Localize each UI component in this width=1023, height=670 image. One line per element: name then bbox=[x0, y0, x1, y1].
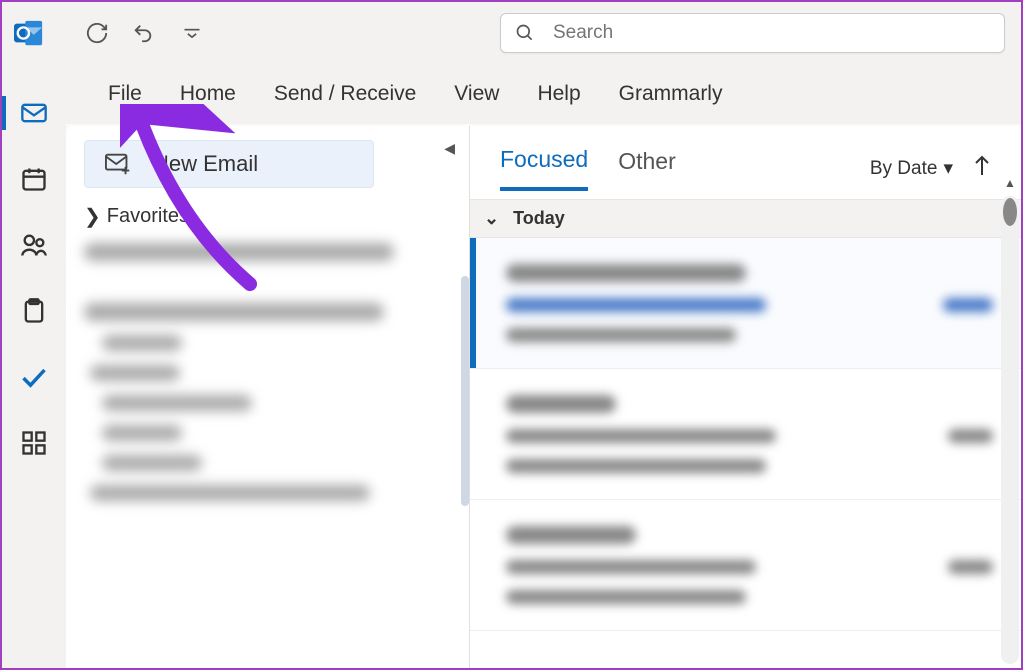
folder-item[interactable] bbox=[102, 395, 252, 411]
ribbon-tab-grammarly[interactable]: Grammarly bbox=[619, 82, 723, 106]
ribbon-tab-file[interactable]: File bbox=[108, 82, 142, 106]
sort-label: By Date bbox=[870, 158, 938, 180]
folder-item[interactable] bbox=[102, 425, 182, 441]
rail-people[interactable] bbox=[2, 212, 66, 278]
ribbon-tab-view[interactable]: View bbox=[454, 82, 499, 106]
rail-apps[interactable] bbox=[2, 410, 66, 476]
message-pane: Focused Other By Date ▾ ⌄ Today bbox=[470, 126, 1021, 668]
rail-calendar[interactable] bbox=[2, 146, 66, 212]
chevron-down-icon: ⌄ bbox=[484, 208, 499, 229]
people-icon bbox=[20, 231, 48, 259]
scroll-thumb[interactable] bbox=[1003, 198, 1017, 226]
account-item[interactable] bbox=[84, 243, 394, 261]
ribbon-tab-home[interactable]: Home bbox=[180, 82, 236, 106]
search-box[interactable] bbox=[500, 13, 1005, 53]
customize-toolbar-icon[interactable] bbox=[182, 16, 202, 50]
tab-other[interactable]: Other bbox=[618, 148, 676, 189]
chevron-down-icon: ▾ bbox=[943, 157, 953, 180]
mail-icon bbox=[20, 99, 48, 127]
favorites-label: Favorites bbox=[107, 205, 189, 228]
todo-check-icon bbox=[20, 363, 48, 391]
ribbon-tab-help[interactable]: Help bbox=[537, 82, 580, 106]
nav-rail bbox=[2, 64, 66, 668]
search-icon bbox=[515, 23, 535, 43]
new-mail-icon bbox=[105, 153, 133, 175]
folder-item[interactable] bbox=[102, 455, 202, 471]
message-scrollbar[interactable]: ▲ bbox=[1001, 196, 1019, 664]
undo-icon[interactable] bbox=[126, 16, 160, 50]
rail-todo[interactable] bbox=[2, 344, 66, 410]
date-group-header[interactable]: ⌄ Today bbox=[470, 199, 1021, 238]
folder-pane: ◀ New Email ❯ Favorites bbox=[66, 126, 470, 668]
tab-focused[interactable]: Focused bbox=[500, 146, 588, 191]
calendar-icon bbox=[20, 165, 48, 193]
collapse-folder-pane-icon[interactable]: ◀ bbox=[444, 140, 455, 157]
title-bar bbox=[2, 2, 1021, 64]
account-item[interactable] bbox=[84, 303, 384, 321]
sort-direction-button[interactable] bbox=[973, 155, 991, 182]
clipboard-icon bbox=[20, 297, 48, 325]
rail-mail[interactable] bbox=[2, 80, 66, 146]
chevron-right-icon: ❯ bbox=[84, 204, 101, 229]
ribbon-tab-sendreceive[interactable]: Send / Receive bbox=[274, 82, 416, 106]
apps-grid-icon bbox=[20, 429, 48, 457]
ribbon-tabs: File Home Send / Receive View Help Gramm… bbox=[66, 64, 1021, 124]
date-group-label: Today bbox=[513, 208, 565, 229]
rail-notes[interactable] bbox=[2, 278, 66, 344]
message-item[interactable] bbox=[470, 369, 1021, 500]
account-item[interactable] bbox=[90, 485, 370, 501]
arrow-up-icon bbox=[973, 155, 991, 177]
sync-icon[interactable] bbox=[80, 16, 114, 50]
new-email-label: New Email bbox=[153, 151, 258, 177]
scroll-up-icon[interactable]: ▲ bbox=[1001, 176, 1019, 190]
folder-item[interactable] bbox=[90, 365, 180, 381]
sort-by-dropdown[interactable]: By Date ▾ bbox=[870, 157, 953, 180]
folder-item[interactable] bbox=[102, 335, 182, 351]
search-input[interactable] bbox=[553, 22, 990, 44]
folder-scrollbar[interactable] bbox=[461, 276, 469, 506]
favorites-header[interactable]: ❯ Favorites bbox=[84, 204, 451, 229]
outlook-logo-icon bbox=[14, 18, 44, 48]
message-item[interactable] bbox=[470, 238, 1021, 369]
new-email-button[interactable]: New Email bbox=[84, 140, 374, 188]
message-item[interactable] bbox=[470, 500, 1021, 631]
